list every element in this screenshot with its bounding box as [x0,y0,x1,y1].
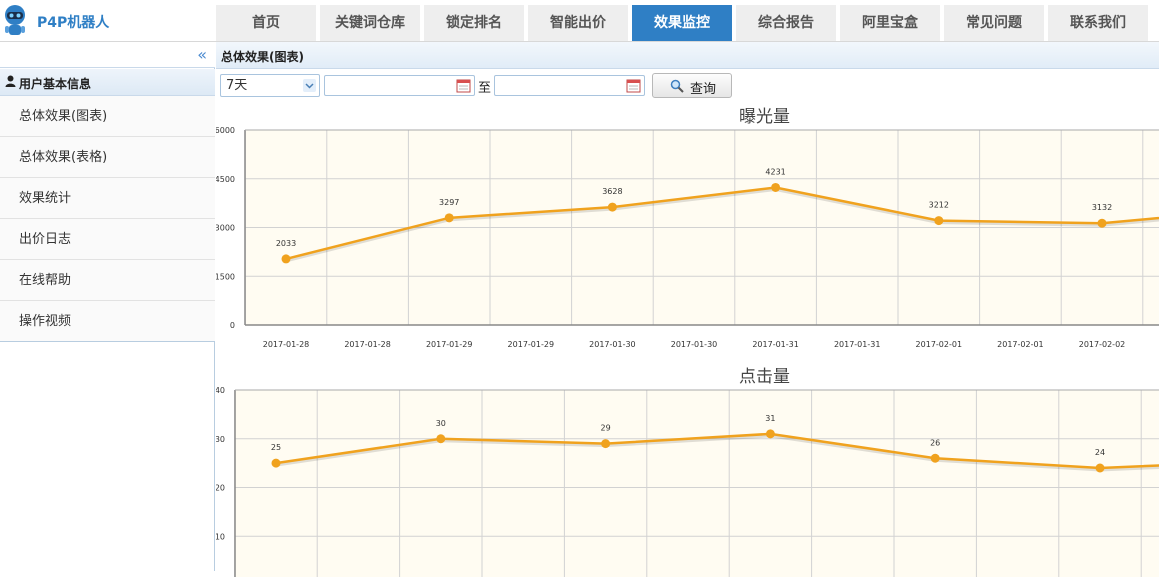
data-point [765,429,775,439]
tab-faq[interactable]: 常见问题 [944,5,1044,41]
data-point [934,216,944,226]
sidebar-menu: 总体效果(图表) 总体效果(表格) 效果统计 出价日志 在线帮助 操作视频 [0,96,215,342]
logo[interactable]: P4P机器人 [0,0,215,42]
y-tick-label: 0 [230,321,235,330]
y-tick-label: 20 [216,484,225,493]
data-label: 3212 [929,201,949,210]
data-point [601,439,611,449]
logo-text: P4P机器人 [37,15,110,31]
y-tick-label: 30 [216,435,225,444]
data-point [436,434,446,444]
sidebar: « 用户基本信息 总体效果(图表) 总体效果(表格) 效果统计 出价日志 在线帮… [0,42,215,571]
query-button-label: 查询 [690,82,717,97]
main-header: 总体效果(图表) [216,42,1159,69]
top-bar: P4P机器人 首页 关键词仓库 锁定排名 智能出价 效果监控 综合报告 阿里宝盒… [0,0,1159,42]
x-tick-label: 2017-02-02 [1079,340,1126,349]
x-tick-label: 2017-01-29 [426,340,473,349]
data-label: 31 [765,414,775,423]
page-title: 总体效果(图表) [221,50,304,64]
data-point [607,202,617,212]
sidebar-item-tutorial-video[interactable]: 操作视频 [0,301,215,342]
x-tick-label: 2017-02-01 [997,340,1044,349]
data-point [281,254,291,264]
tab-effect-monitoring[interactable]: 效果监控 [632,5,732,41]
query-button[interactable]: 查询 [652,73,732,98]
clicks-chart: 10 20 30 40 25 30 29 31 26 24 [216,387,1159,577]
plot-area [235,390,1159,577]
data-point [1097,218,1107,228]
tab-smart-bidding[interactable]: 智能出价 [528,5,628,41]
data-label: 26 [930,438,940,447]
tab-home[interactable]: 首页 [216,5,316,41]
impressions-chart-title: 曝光量 [739,107,790,127]
x-tick-label: 2017-01-31 [834,340,881,349]
x-tick-label: 2017-01-28 [344,340,391,349]
sidebar-item-online-help[interactable]: 在线帮助 [0,260,215,301]
sidebar-section-header[interactable]: 用户基本信息 [0,69,215,96]
sidebar-item-overall-table[interactable]: 总体效果(表格) [0,137,215,178]
y-tick-label: 10 [216,532,225,541]
data-label: 29 [601,424,611,433]
tab-lock-ranking[interactable]: 锁定排名 [424,5,524,41]
main-content: 总体效果(图表) 7天 至 查询 曝光量 0 1500 3000 4500 60… [216,42,1159,577]
calendar-icon[interactable] [626,78,641,93]
x-tick-label: 2017-01-31 [752,340,799,349]
data-label: 2033 [276,239,296,248]
tab-keyword-warehouse[interactable]: 关键词仓库 [320,5,420,41]
x-tick-label: 2017-01-30 [671,340,718,349]
x-tick-label: 2017-01-30 [589,340,636,349]
data-label: 24 [1095,448,1105,457]
data-label: 25 [271,443,281,452]
double-chevron-left-icon[interactable]: « [197,45,207,64]
y-tick-label: 6000 [216,127,235,135]
sidebar-collapse-bar: « [0,42,215,68]
sidebar-item-bid-log[interactable]: 出价日志 [0,219,215,260]
tab-ali-box[interactable]: 阿里宝盒 [840,5,940,41]
clicks-chart-title: 点击量 [739,367,790,387]
sidebar-section-title: 用户基本信息 [19,77,92,91]
y-tick-label: 40 [216,387,225,395]
x-tick-label: 2017-02-01 [916,340,963,349]
data-label: 30 [436,419,446,428]
sidebar-item-overall-chart[interactable]: 总体效果(图表) [0,96,215,137]
data-point [1095,463,1105,473]
tab-comprehensive-report[interactable]: 综合报告 [736,5,836,41]
search-icon [670,79,684,93]
filter-bar: 7天 至 查询 [216,73,1159,99]
data-point [444,213,454,223]
start-date-input[interactable] [324,75,475,96]
data-point [271,458,281,468]
x-tick-label: 2017-01-29 [508,340,555,349]
y-tick-label: 1500 [216,272,235,281]
data-label: 3297 [439,198,459,207]
sidebar-item-effect-stats[interactable]: 效果统计 [0,178,215,219]
date-range-select[interactable]: 7天 [220,74,320,97]
data-label: 3628 [602,187,622,196]
user-icon [5,75,16,87]
calendar-icon[interactable] [456,78,471,93]
data-label: 3132 [1092,203,1112,212]
y-tick-label: 4500 [216,175,235,184]
data-point [771,182,781,192]
end-date-input[interactable] [494,75,645,96]
to-label: 至 [478,81,492,96]
robot-logo-icon [5,5,25,35]
data-point [930,453,940,463]
data-label: 4231 [765,167,785,176]
impressions-chart: 0 1500 3000 4500 6000 2017-01-28 2017-01-28 201… [216,127,1159,349]
date-range-value: 7天 [226,78,248,93]
tab-contact-us[interactable]: 联系我们 [1048,5,1148,41]
x-tick-label: 2017-01-28 [263,340,310,349]
chevron-down-icon [303,79,316,92]
y-tick-label: 3000 [216,224,235,233]
